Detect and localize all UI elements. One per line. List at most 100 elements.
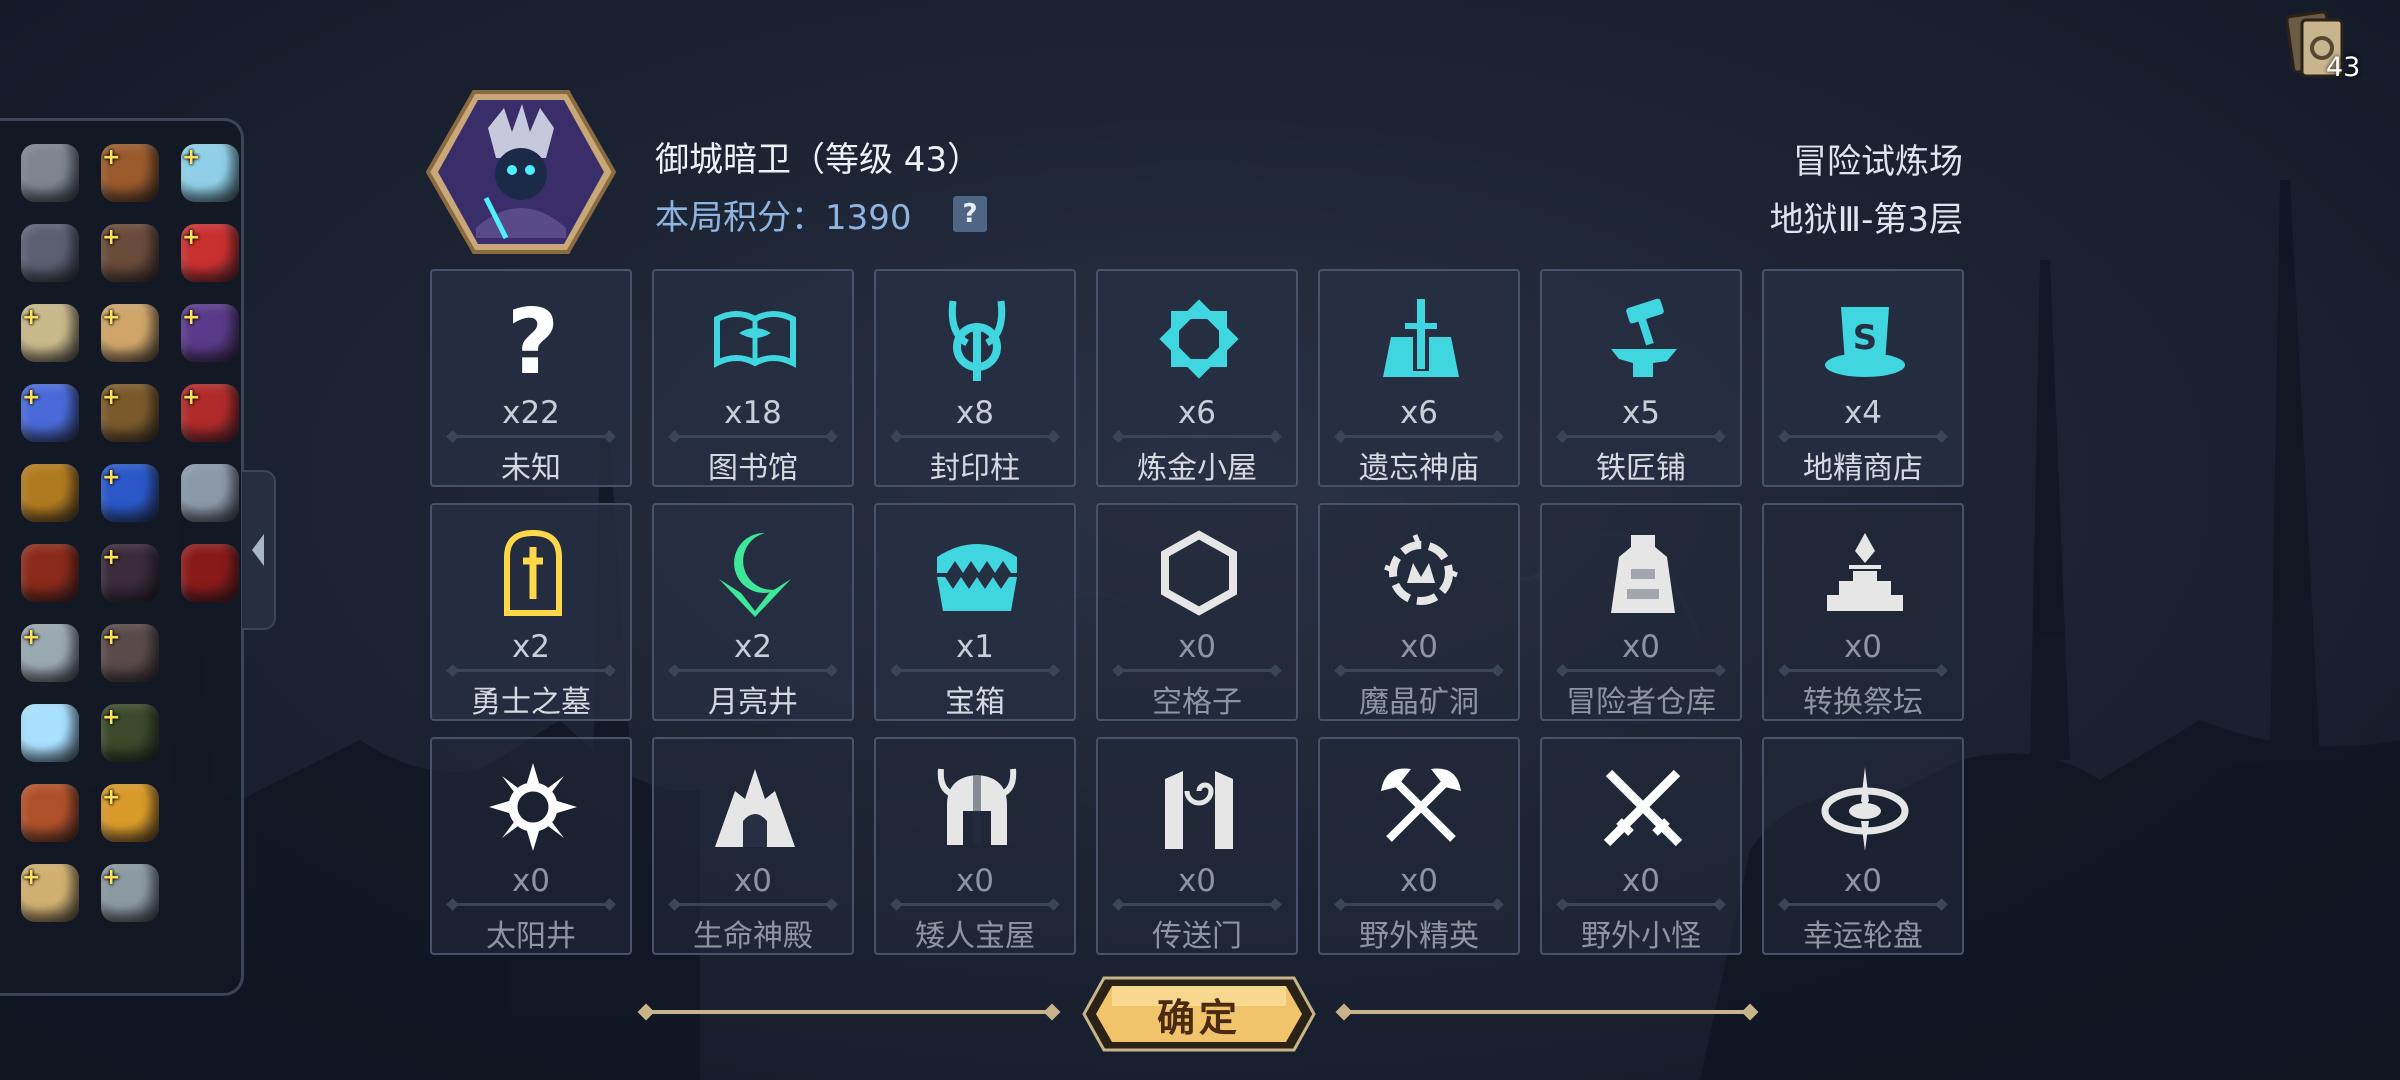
hooded-cloak-icon [21,784,79,842]
decorative-line-left [646,1010,1052,1014]
event-tile[interactable]: x0 传送门 [1096,737,1298,955]
inventory-slot[interactable] [10,213,90,293]
event-tile[interactable]: x0 太阳井 [430,737,632,955]
confirm-button[interactable]: 确定 [1080,974,1318,1054]
event-tile[interactable]: x0 空格子 [1096,503,1298,721]
score-help-button[interactable]: ? [953,196,987,232]
event-tile[interactable]: x0 生命神殿 [652,737,854,955]
tile-divider [1340,903,1498,906]
inventory-slot[interactable]: + [90,773,170,853]
event-tile[interactable]: x6 炼金小屋 [1096,269,1298,487]
inventory-slot[interactable]: + [90,213,170,293]
inventory-slot[interactable] [10,773,90,853]
svg-text:S: S [1853,318,1878,358]
wheel-icon [1821,767,1909,851]
upgrade-plus-icon: + [102,225,121,250]
inventory-slot[interactable]: + [90,613,170,693]
tile-count: x8 [955,395,995,431]
tile-count: x2 [511,629,551,665]
question-icon: ? [507,293,559,385]
inventory-slot[interactable]: + [90,533,170,613]
upgrade-plus-icon: + [182,385,201,410]
upgrade-plus-icon: + [22,625,41,650]
tile-divider [896,903,1054,906]
event-tile[interactable]: Sx4 地精商店 [1762,269,1964,487]
tile-divider [1340,435,1498,438]
tile-divider [1562,435,1720,438]
inventory-slot[interactable]: + [170,133,250,213]
tile-name: 封印柱 [930,451,1020,486]
chevron-left-icon [252,534,264,566]
tile-divider [1118,435,1276,438]
inventory-slot[interactable]: + [90,853,170,933]
inventory-slot[interactable]: + [90,293,170,373]
tile-name: 炼金小屋 [1137,451,1257,486]
inventory-slot[interactable]: + [170,293,250,373]
upgrade-plus-icon: + [102,305,121,330]
inventory-slot[interactable] [10,133,90,213]
upgrade-plus-icon: + [102,865,121,890]
event-tile[interactable]: x1 宝箱 [874,503,1076,721]
inventory-slot[interactable]: + [170,213,250,293]
tile-name: 太阳井 [486,919,576,954]
crossed-axes-icon [1381,768,1461,842]
event-tile[interactable]: x2 月亮井 [652,503,854,721]
inventory-slot[interactable] [10,533,90,613]
collapse-panel-button[interactable] [242,470,276,630]
inventory-slot[interactable]: + [10,853,90,933]
event-tile[interactable]: x0 野外精英 [1318,737,1520,955]
upgrade-plus-icon: + [102,625,121,650]
event-tile[interactable]: x0 魔晶矿洞 [1318,503,1520,721]
inventory-slot[interactable]: + [10,613,90,693]
event-tile[interactable]: x0 矮人宝屋 [874,737,1076,955]
confirm-label: 确定 [1156,995,1241,1040]
tile-divider [674,903,832,906]
tile-divider [1784,669,1942,672]
event-tile[interactable]: ? x22 未知 [430,269,632,487]
inventory-slot[interactable] [170,453,250,533]
inventory-slot[interactable]: + [10,373,90,453]
event-tile[interactable]: x6 遗忘神庙 [1318,269,1520,487]
top-hat-icon: S [1825,307,1905,377]
life-shrine-icon [715,769,795,847]
event-tile[interactable]: x18 图书馆 [652,269,854,487]
tile-divider [1562,669,1720,672]
upgrade-plus-icon: + [102,145,121,170]
upgrade-plus-icon: + [182,305,201,330]
event-tile[interactable]: x2 勇士之墓 [430,503,632,721]
inventory-slot[interactable] [10,453,90,533]
event-tile[interactable]: x0 野外小怪 [1540,737,1742,955]
tile-count: x0 [511,863,551,899]
upgrade-plus-icon: + [22,865,41,890]
dwarf-helmet-icon [937,768,1017,845]
event-tile[interactable]: x0 冒险者仓库 [1540,503,1742,721]
event-tile[interactable]: x0 幸运轮盘 [1762,737,1964,955]
tile-count: x1 [955,629,995,665]
inventory-slot[interactable]: + [90,373,170,453]
horned-seal-icon [948,300,1006,381]
inventory-slot[interactable]: + [170,373,250,453]
gold-pouch-icon [21,464,79,522]
inventory-slot [170,853,250,933]
tile-name: 铁匠铺 [1596,451,1686,486]
upgrade-plus-icon: + [102,785,121,810]
sun-icon [489,763,577,851]
event-tile[interactable]: x8 封印柱 [874,269,1076,487]
tile-count: x0 [955,863,995,899]
inventory-slot[interactable]: + [10,293,90,373]
inventory-slot[interactable]: + [90,693,170,773]
mode-level: 地狱Ⅲ-第3层 [1769,200,1963,240]
inventory-slot[interactable]: + [90,453,170,533]
tile-name: 空格子 [1152,685,1242,720]
upgrade-plus-icon: + [102,705,121,730]
warehouse-icon [1611,535,1675,613]
event-tile[interactable]: x0 转换祭坛 [1762,503,1964,721]
event-tile[interactable]: x5 铁匠铺 [1540,269,1742,487]
tile-count: x0 [1177,863,1217,899]
crescent-moon-icon [719,532,791,617]
tile-count: x0 [1621,629,1661,665]
tile-divider [1784,903,1942,906]
inventory-slot[interactable]: + [90,133,170,213]
inventory-slot[interactable] [170,533,250,613]
inventory-slot[interactable] [10,693,90,773]
